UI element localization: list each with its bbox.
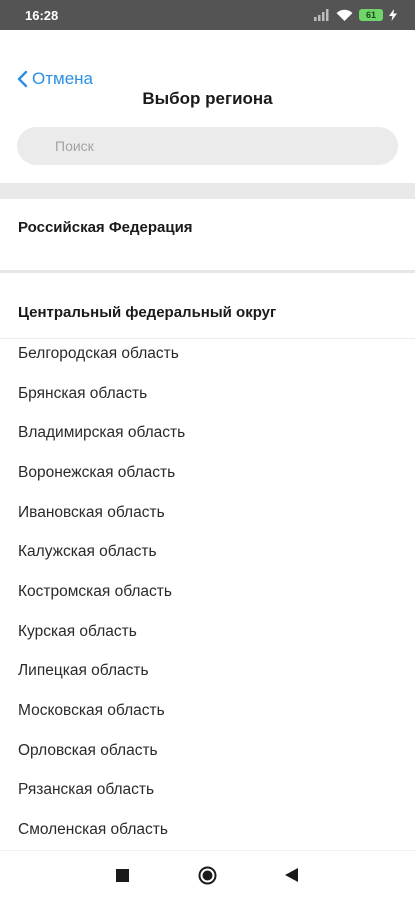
status-bar: 16:28 61 <box>0 0 415 30</box>
list-item[interactable]: Московская область <box>0 691 415 731</box>
home-circle-icon[interactable] <box>198 866 217 885</box>
back-triangle-icon[interactable] <box>285 868 298 882</box>
header: Отмена Выбор региона <box>0 30 415 180</box>
page-title: Выбор региона <box>142 89 273 108</box>
list-item[interactable]: Курская область <box>0 612 415 652</box>
list-item[interactable]: Костромская область <box>0 572 415 612</box>
country-row[interactable]: Российская Федерация <box>0 199 415 269</box>
chevron-left-icon <box>17 70 28 88</box>
list-item[interactable]: Липецкая область <box>0 652 415 692</box>
system-nav-bar <box>0 850 415 901</box>
list-item[interactable]: Воронежская область <box>0 453 415 493</box>
country-label: Российская Федерация <box>18 219 193 236</box>
status-icons: 61 <box>314 7 397 23</box>
cancel-label: Отмена <box>32 69 93 88</box>
signal-icon <box>314 9 329 21</box>
district-label: Центральный федеральный округ <box>18 304 277 321</box>
battery-icon: 61 <box>359 9 383 21</box>
divider <box>0 270 415 273</box>
status-time: 16:28 <box>25 8 59 23</box>
list-item[interactable]: Брянская область <box>0 374 415 414</box>
charging-icon <box>389 9 397 21</box>
battery-level: 61 <box>365 10 376 20</box>
list-item[interactable]: Белгородская область <box>0 334 415 374</box>
recents-square-icon[interactable] <box>116 869 129 882</box>
region-list: Белгородская область Брянская область Вл… <box>0 334 415 850</box>
list-item[interactable]: Орловская область <box>0 731 415 771</box>
list-item[interactable]: Смоленская область <box>0 810 415 850</box>
district-header[interactable]: Центральный федеральный округ <box>0 274 415 338</box>
list-item[interactable]: Рязанская область <box>0 771 415 811</box>
wifi-icon <box>336 9 353 21</box>
list-item[interactable]: Владимирская область <box>0 413 415 453</box>
list-item[interactable]: Ивановская область <box>0 493 415 533</box>
search-input[interactable] <box>17 127 398 165</box>
list-item[interactable]: Калужская область <box>0 532 415 572</box>
section-separator <box>0 183 415 199</box>
cancel-button[interactable]: Отмена <box>16 69 93 89</box>
